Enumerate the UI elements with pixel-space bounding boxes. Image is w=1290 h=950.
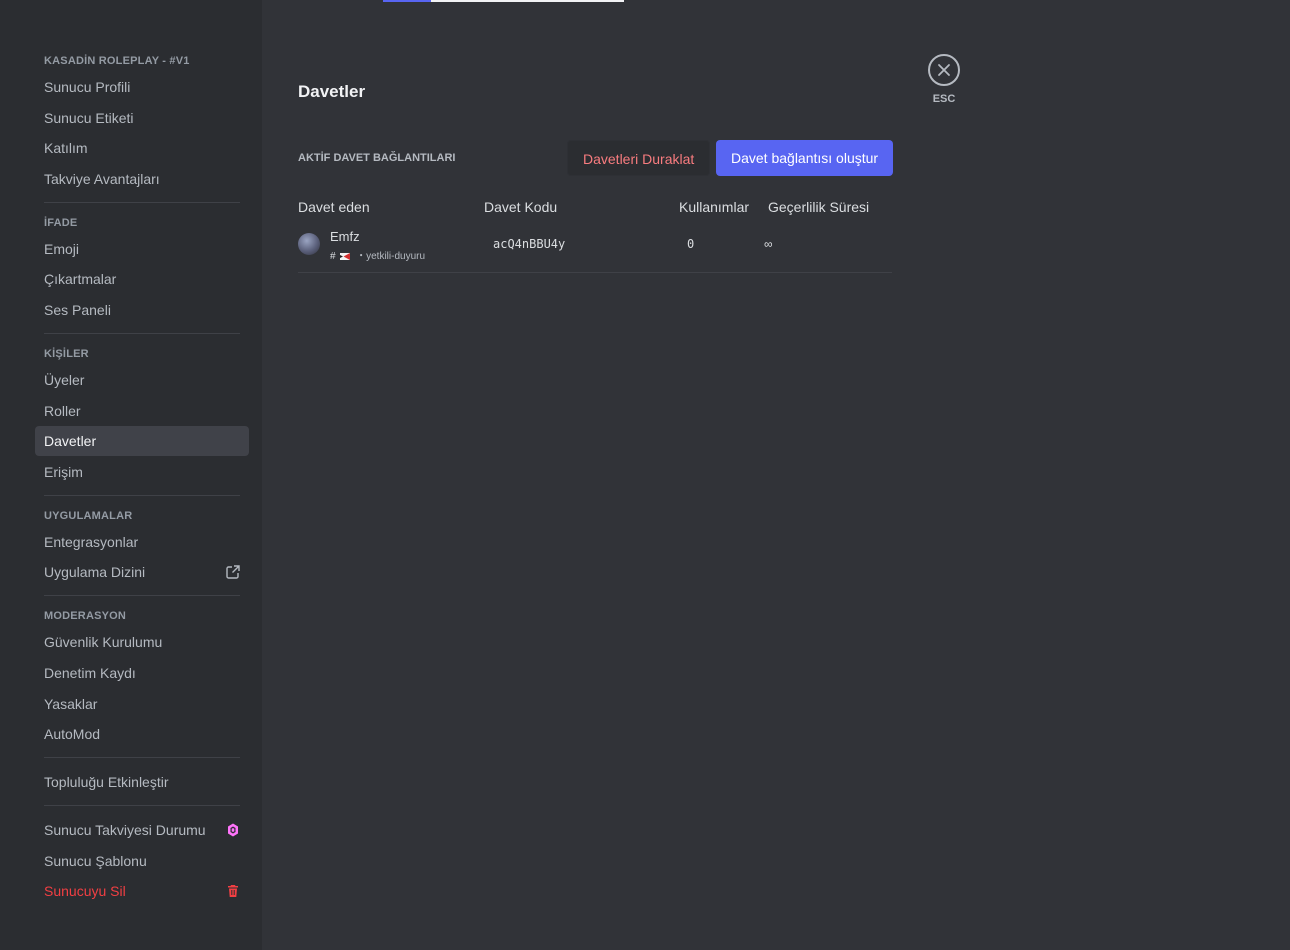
invites-content: Davetler AKTİF DAVET BAĞLANTILARI Davetl…: [298, 0, 894, 950]
nav-item-onboarding[interactable]: Katılım: [35, 133, 249, 163]
close-control: ESC: [928, 54, 960, 105]
settings-nav: KASADİN ROLEPLAY - #V1 Sunucu Profili Su…: [35, 50, 249, 907]
nav-item-members[interactable]: Üyeler: [35, 365, 249, 395]
settings-sidebar: KASADİN ROLEPLAY - #V1 Sunucu Profili Su…: [0, 0, 262, 950]
invite-uses: 0: [687, 237, 695, 251]
create-invite-button[interactable]: Davet bağlantısı oluştur: [716, 140, 894, 176]
table-row[interactable]: Emfz # ・yetkili-duyuru acQ4nBBU4y 0 ∞: [298, 226, 892, 272]
pause-invites-button[interactable]: Davetleri Duraklat: [567, 140, 711, 176]
nav-item-server-template[interactable]: Sunucu Şablonu: [35, 846, 249, 876]
nav-separator: [44, 805, 240, 807]
nav-header-moderation: MODERASYON: [44, 610, 127, 623]
nav-item-app-directory[interactable]: Uygulama Dizini: [35, 557, 249, 587]
table-row-divider: [298, 272, 892, 273]
nav-item-bans[interactable]: Yasaklar: [35, 689, 249, 719]
close-icon: [938, 64, 950, 76]
nav-header-people: KİŞİLER: [44, 347, 89, 360]
nav-item-stickers[interactable]: Çıkartmalar: [35, 264, 249, 294]
nav-item-invites[interactable]: Davetler: [35, 426, 249, 457]
flag-icon: [340, 252, 351, 260]
nav-header-expression: İFADE: [44, 216, 78, 229]
nav-item-boost-status[interactable]: Sunucu Takviyesi Durumu: [35, 815, 249, 845]
invite-expires: ∞: [764, 237, 773, 251]
nav-separator: [44, 757, 240, 759]
nav-item-label: Sunucu Takviyesi Durumu: [44, 822, 206, 839]
nav-header-server: KASADİN ROLEPLAY - #V1: [44, 55, 190, 67]
trash-icon: [228, 885, 238, 898]
column-header-uses: Kullanımlar: [679, 199, 750, 215]
nav-item-access[interactable]: Erişim: [35, 457, 249, 487]
nav-item-roles[interactable]: Roller: [35, 396, 249, 426]
nav-item-label: Uygulama Dizini: [44, 564, 146, 581]
close-button[interactable]: [928, 54, 960, 86]
nav-item-enable-community[interactable]: Topluluğu Etkinleştir: [35, 767, 249, 797]
nav-item-integrations[interactable]: Entegrasyonlar: [35, 527, 249, 557]
nav-item-safety-setup[interactable]: Güvenlik Kurulumu: [35, 627, 249, 657]
nav-item-label: Sunucuyu Sil: [44, 883, 126, 900]
column-header-inviter: Davet eden: [298, 199, 370, 215]
channel-hash: #: [330, 251, 336, 262]
nav-item-server-tag[interactable]: Sunucu Etiketi: [35, 103, 249, 133]
nav-separator: [44, 332, 240, 334]
nav-item-delete-server[interactable]: Sunucuyu Sil: [35, 876, 249, 906]
nav-separator: [44, 201, 240, 203]
invite-code: acQ4nBBU4y: [493, 237, 566, 251]
esc-label: ESC: [932, 93, 956, 105]
external-link-icon: [226, 565, 240, 580]
nav-item-automod[interactable]: AutoMod: [35, 719, 249, 749]
nav-separator: [44, 494, 240, 496]
page-title: Davetler: [298, 82, 366, 101]
nav-separator: [44, 595, 240, 597]
invite-channel: # ・yetkili-duyuru: [330, 247, 425, 262]
section-label-active-invites: AKTİF DAVET BAĞLANTILARI: [298, 152, 456, 164]
column-header-invite-code: Davet Kodu: [484, 199, 558, 215]
inviter-name: Emfz: [330, 229, 360, 244]
nav-item-boost-perks[interactable]: Takviye Avantajları: [35, 164, 249, 194]
nav-header-apps: UYGULAMALAR: [44, 509, 133, 522]
nav-item-server-profile[interactable]: Sunucu Profili: [35, 72, 249, 102]
nav-item-emoji[interactable]: Emoji: [35, 234, 249, 264]
channel-name: ・yetkili-duyuru: [356, 251, 426, 262]
column-header-expires: Geçerlilik Süresi: [768, 199, 870, 215]
server-settings: KASADİN ROLEPLAY - #V1 Sunucu Profili Su…: [0, 0, 1290, 950]
nav-item-soundboard[interactable]: Ses Paneli: [35, 295, 249, 325]
nav-item-audit-log[interactable]: Denetim Kaydı: [35, 658, 249, 688]
avatar: [298, 233, 320, 255]
boost-gem-icon: [228, 823, 238, 837]
